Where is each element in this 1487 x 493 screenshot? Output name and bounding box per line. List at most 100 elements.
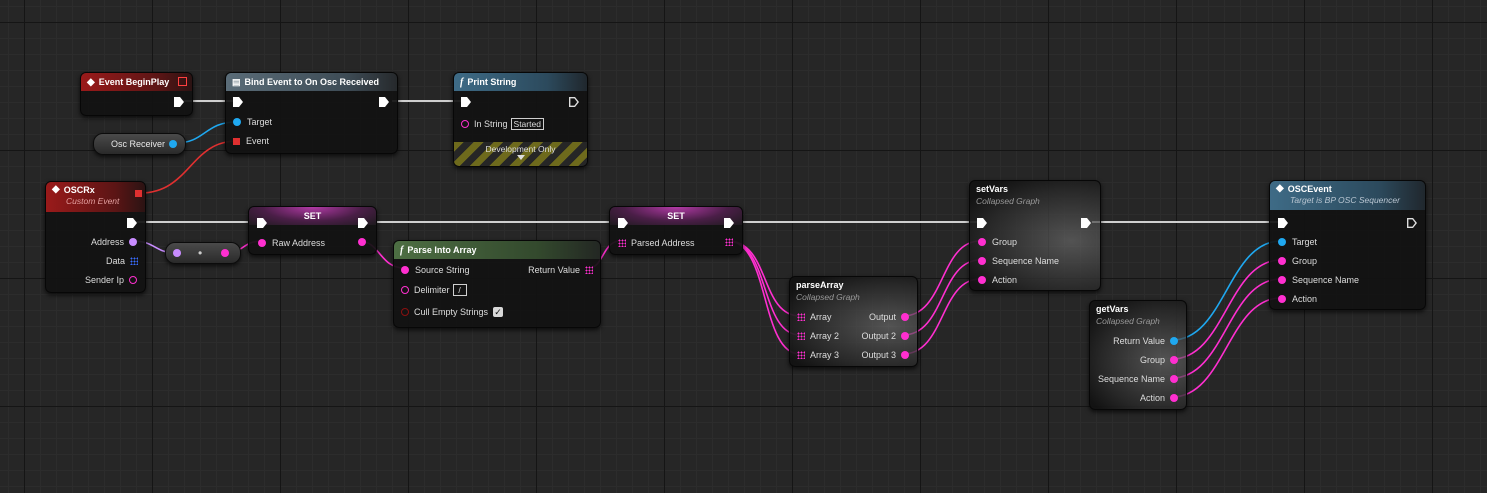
- raw-address-out-pin[interactable]: [358, 238, 366, 246]
- exec-out-pin[interactable]: [1081, 218, 1091, 228]
- delimiter-value-field[interactable]: /: [452, 284, 467, 296]
- target-in-pin[interactable]: [1278, 238, 1286, 246]
- output-pin[interactable]: [901, 313, 909, 321]
- parse-into-array-node[interactable]: f Parse Into Array Source String Return …: [393, 240, 601, 328]
- exec-in-pin[interactable]: [618, 218, 628, 228]
- osc-receiver-variable-node[interactable]: Osc Receiver: [93, 133, 186, 155]
- pin-label: Sequence Name: [992, 256, 1060, 266]
- function-icon: f: [460, 76, 464, 88]
- pin-label: Cull Empty Strings: [414, 307, 489, 317]
- return-value-pin[interactable]: [1170, 337, 1178, 345]
- pin-label: Sender Ip: [84, 275, 124, 285]
- node-header: f Parse Into Array: [394, 241, 600, 259]
- cull-empty-strings-checkbox[interactable]: ✓: [493, 307, 504, 317]
- conversion-dot-icon: •: [198, 246, 203, 260]
- exec-out-pin[interactable]: [569, 97, 579, 107]
- array3-in-pin[interactable]: [797, 351, 805, 359]
- pin-label: Data: [105, 256, 125, 266]
- sequence-name-in-pin[interactable]: [978, 257, 986, 265]
- action-out-pin[interactable]: [1170, 394, 1178, 402]
- exec-in-pin[interactable]: [233, 97, 243, 107]
- exec-out-pin[interactable]: [379, 97, 389, 107]
- parsed-address-in-pin[interactable]: [618, 239, 626, 247]
- pin-label: Output 3: [861, 350, 896, 360]
- expand-arrow-icon[interactable]: [516, 155, 525, 160]
- parse-array-collapsed-node[interactable]: parseArray Collapsed Graph Array Array 2…: [789, 276, 918, 367]
- delegate-square-pin[interactable]: [135, 190, 142, 197]
- bind-event-node[interactable]: ▤ Bind Event to On Osc Received Target E…: [225, 72, 398, 154]
- osc-receiver-out-pin[interactable]: [169, 140, 178, 148]
- exec-in-pin[interactable]: [1278, 218, 1288, 228]
- pin-label: Array 3: [810, 350, 840, 360]
- node-subtitle: Custom Event: [66, 196, 120, 206]
- delimiter-pin[interactable]: [401, 286, 409, 294]
- group-in-pin[interactable]: [978, 238, 986, 246]
- pin-label: Array: [810, 312, 832, 322]
- node-title: OSCRx: [63, 184, 95, 195]
- exec-out-pin[interactable]: [174, 97, 184, 107]
- node-header: SET: [249, 207, 376, 225]
- array2-in-pin[interactable]: [797, 332, 805, 340]
- node-title: setVars: [976, 184, 1009, 194]
- pin-label: Action: [1139, 393, 1165, 403]
- output3-pin[interactable]: [901, 351, 909, 359]
- node-title: SET: [303, 211, 322, 221]
- object-wire: [1171, 240, 1282, 341]
- node-header: ▤ Bind Event to On Osc Received: [226, 73, 397, 91]
- oscrx-custom-event-node[interactable]: ◆ OSCRx Custom Event Address Data Sender…: [45, 181, 146, 293]
- conversion-out-pin[interactable]: [221, 249, 230, 257]
- node-subtitle: Collapsed Graph: [976, 196, 1040, 206]
- cull-empty-strings-pin[interactable]: [401, 308, 409, 316]
- set-raw-address-node[interactable]: SET Raw Address: [248, 206, 377, 255]
- sequence-name-in-pin[interactable]: [1278, 276, 1286, 284]
- event-delegate-pin[interactable]: [233, 137, 240, 145]
- pin-label: Delimiter: [414, 285, 450, 295]
- exec-in-pin[interactable]: [977, 218, 987, 228]
- action-in-pin[interactable]: [978, 276, 986, 284]
- name-to-string-conversion-node[interactable]: •: [165, 242, 241, 264]
- action-in-pin[interactable]: [1278, 295, 1286, 303]
- set-parsed-address-node[interactable]: SET Parsed Address: [609, 206, 743, 255]
- output2-pin[interactable]: [901, 332, 909, 340]
- delegate-square-icon: [178, 77, 187, 86]
- source-string-pin[interactable]: [401, 266, 409, 274]
- pin-label: Return Value: [1113, 336, 1165, 346]
- pin-label: Action: [992, 275, 1018, 285]
- dev-only-label: Development Only: [485, 144, 556, 154]
- pin-label: Output: [868, 312, 896, 322]
- target-pin[interactable]: [233, 118, 241, 126]
- node-subtitle: Collapsed Graph: [796, 292, 860, 302]
- exec-out-pin[interactable]: [1407, 218, 1417, 228]
- group-out-pin[interactable]: [1170, 356, 1178, 364]
- return-value-array-pin[interactable]: [585, 266, 593, 274]
- node-title: Event BeginPlay: [98, 77, 170, 87]
- node-title: getVars: [1096, 304, 1129, 314]
- node-header: ◆ Event BeginPlay: [81, 73, 192, 91]
- sender-ip-pin[interactable]: [129, 276, 137, 284]
- development-only-banner[interactable]: Development Only: [454, 142, 587, 166]
- set-vars-collapsed-node[interactable]: setVars Collapsed Graph Group Sequence N…: [969, 180, 1101, 291]
- pin-label: Target: [247, 117, 273, 127]
- exec-in-pin[interactable]: [461, 97, 471, 107]
- exec-out-pin[interactable]: [724, 218, 734, 228]
- conversion-in-pin[interactable]: [173, 249, 181, 257]
- exec-in-pin[interactable]: [257, 218, 267, 228]
- osc-event-node[interactable]: ◆ OSCEvent Target is BP OSC Sequencer Ta…: [1269, 180, 1426, 310]
- data-array-pin[interactable]: [130, 257, 138, 265]
- parsed-address-out-pin[interactable]: [725, 238, 733, 246]
- print-string-node[interactable]: f Print String In String Started Develop…: [453, 72, 588, 167]
- raw-address-in-pin[interactable]: [258, 239, 266, 247]
- sequence-name-out-pin[interactable]: [1170, 375, 1178, 383]
- array-in-pin[interactable]: [797, 313, 805, 321]
- exec-out-pin[interactable]: [358, 218, 368, 228]
- exec-out-pin[interactable]: [127, 218, 137, 228]
- get-vars-collapsed-node[interactable]: getVars Collapsed Graph Return Value Gro…: [1089, 300, 1187, 410]
- event-call-icon: ◆: [1276, 183, 1284, 194]
- address-pin[interactable]: [129, 238, 137, 246]
- group-in-pin[interactable]: [1278, 257, 1286, 265]
- in-string-pin[interactable]: [461, 120, 469, 128]
- node-title: parseArray: [796, 280, 844, 290]
- event-begin-play-node[interactable]: ◆ Event BeginPlay: [80, 72, 193, 116]
- in-string-value-field[interactable]: Started: [510, 118, 544, 130]
- string-wire: [1171, 259, 1282, 360]
